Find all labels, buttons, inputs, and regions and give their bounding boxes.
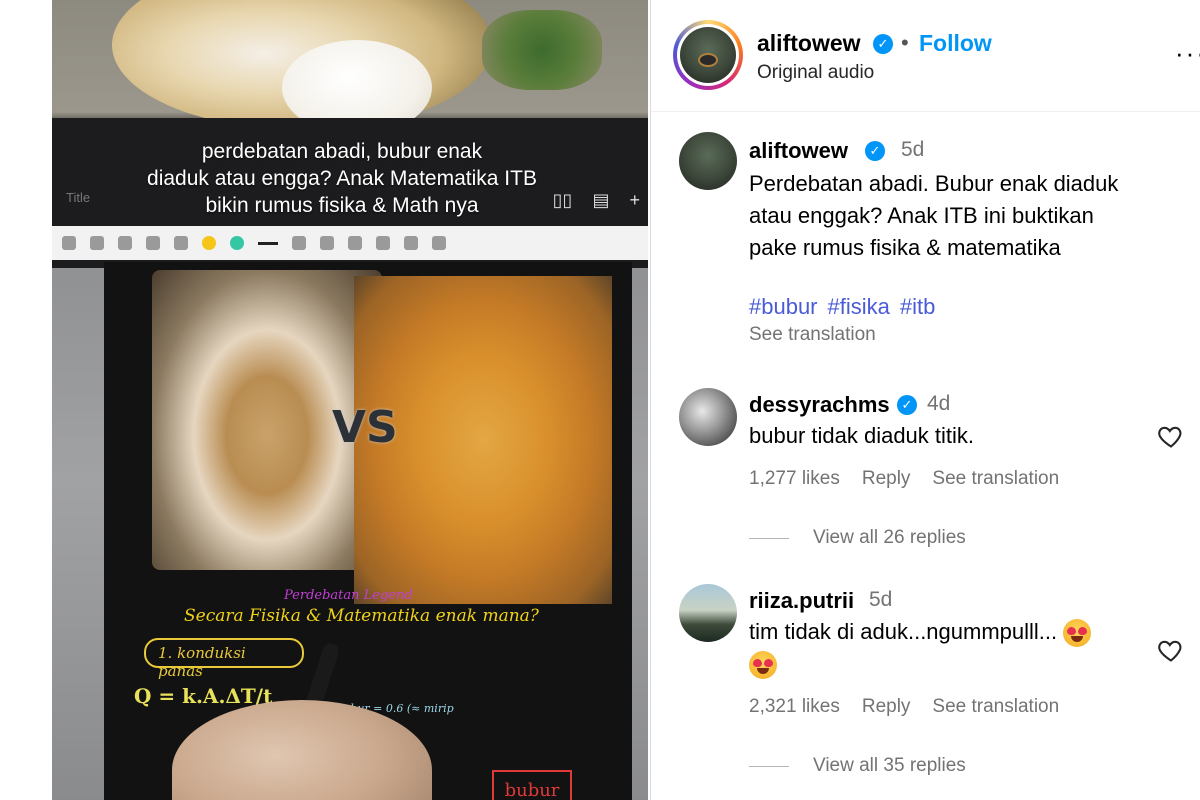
like-heart-icon[interactable] <box>1157 422 1185 450</box>
view-replies-label[interactable]: View all 26 replies <box>813 527 966 549</box>
see-translation-button[interactable]: See translation <box>749 324 876 346</box>
hashtags: #bubur #fisika #itb <box>749 294 935 320</box>
video-caption: perdebatan abadi, bubur enak diaduk atau… <box>82 138 602 219</box>
view-replies-button[interactable]: View all 35 replies <box>749 755 966 777</box>
comment-meta: 2,321 likes Reply See translation <box>749 696 1059 718</box>
verified-badge-icon: ✓ <box>897 395 917 415</box>
comment-text: bubur tidak diaduk titik. <box>749 423 975 448</box>
avatar[interactable] <box>679 132 737 190</box>
image-icon <box>404 236 418 250</box>
marker-tool-icon <box>90 236 104 250</box>
comment-username[interactable]: riiza.putrii <box>749 588 854 614</box>
brush-icon <box>376 236 390 250</box>
verified-badge-icon: ✓ <box>865 141 885 161</box>
more-options-icon[interactable]: ··· <box>1175 38 1200 69</box>
handwriting-heading: Perdebatan Legend <box>284 588 413 603</box>
text-icon <box>432 236 446 250</box>
separator-dot: • <box>901 30 909 55</box>
caption-line: Perdebatan abadi. Bubur enak diaduk <box>749 171 1119 196</box>
lasso-tool-icon <box>174 236 188 250</box>
author-username[interactable]: aliftowew <box>757 30 861 57</box>
follow-button[interactable]: Follow <box>919 30 992 57</box>
book-icon: ▯▯ <box>552 190 573 210</box>
garnish-image <box>482 10 602 90</box>
vs-label: VS <box>332 402 398 453</box>
post-header: aliftowew ✓ • Follow Original audio ··· <box>651 0 1200 112</box>
undo-icon <box>292 236 306 250</box>
comment-text-content: tim tidak di aduk...ngummpulll... <box>749 619 1058 644</box>
notes-toolbar <box>52 226 648 260</box>
video-frame[interactable]: perdebatan abadi, bubur enak diaduk atau… <box>52 0 648 800</box>
comment-time[interactable]: 4d <box>927 392 950 416</box>
hashtag-link[interactable]: #itb <box>900 294 935 320</box>
document-icon: ▤ <box>592 190 610 210</box>
comment-username[interactable]: dessyrachms <box>749 392 890 418</box>
divider-line <box>749 765 789 767</box>
highlighter-icon <box>348 236 362 250</box>
line-width-icon <box>258 241 278 245</box>
divider-line <box>749 537 789 539</box>
hashtag-link[interactable]: #bubur <box>749 294 818 320</box>
like-heart-icon[interactable] <box>1157 636 1185 664</box>
hashtag-link[interactable]: #fisika <box>828 294 890 320</box>
comment-likes[interactable]: 2,321 likes <box>749 696 840 718</box>
pen-tool-icon <box>62 236 76 250</box>
see-translation-button[interactable]: See translation <box>932 468 1059 490</box>
avatar[interactable] <box>680 27 736 83</box>
yellow-color-icon <box>202 236 216 250</box>
video-caption-line: perdebatan abadi, bubur enak <box>201 140 483 163</box>
view-replies-button[interactable]: View all 26 replies <box>749 527 966 549</box>
avatar[interactable] <box>679 388 737 446</box>
see-translation-button[interactable]: See translation <box>932 696 1059 718</box>
handwriting-subtitle: Secara Fisika & Matematika enak mana? <box>184 606 539 626</box>
heart-eyes-emoji-icon <box>749 651 777 680</box>
verified-badge-icon: ✓ <box>873 34 893 54</box>
video-caption-line: diaduk atau engga? Anak Matematika ITB <box>147 167 537 190</box>
audio-link[interactable]: Original audio <box>757 62 874 84</box>
eraser-tool-icon <box>118 236 132 250</box>
caption-username[interactable]: aliftowew <box>749 138 848 164</box>
plus-icon: + <box>629 190 640 210</box>
caption-text: Perdebatan abadi. Bubur enak diaduk atau… <box>749 168 1118 264</box>
comment-text: tim tidak di aduk...ngummpulll... <box>749 616 1092 680</box>
reply-button[interactable]: Reply <box>862 696 911 718</box>
caption-time[interactable]: 5d <box>901 138 924 162</box>
comment-likes[interactable]: 1,277 likes <box>749 468 840 490</box>
handwriting-item: 1. konduksi panas <box>144 638 304 680</box>
heart-eyes-emoji-icon <box>1063 619 1092 648</box>
caption-line: pake rumus fisika & matematika <box>749 235 1061 260</box>
video-caption-line: bikin rumus fisika & Math nya <box>205 194 479 217</box>
view-replies-label[interactable]: View all 35 replies <box>813 755 966 777</box>
caption-line: atau enggak? Anak ITB ini buktikan <box>749 203 1094 228</box>
reply-button[interactable]: Reply <box>862 468 911 490</box>
comment-meta: 1,277 likes Reply See translation <box>749 468 1059 490</box>
avatar[interactable] <box>679 584 737 642</box>
redo-icon <box>320 236 334 250</box>
logo-icon <box>698 53 718 67</box>
comment-time[interactable]: 5d <box>869 588 892 612</box>
video-player[interactable]: perdebatan abadi, bubur enak diaduk atau… <box>0 0 648 800</box>
handwriting-box: bubur <box>492 770 572 800</box>
post-panel: aliftowew ✓ • Follow Original audio ··· … <box>650 0 1200 800</box>
tablet-title: Title <box>66 190 91 205</box>
teal-color-icon <box>230 236 244 250</box>
tablet-icons: ▯▯ ▤ + <box>553 190 640 211</box>
author-avatar-story-ring[interactable] <box>673 20 743 90</box>
shape-tool-icon <box>146 236 160 250</box>
